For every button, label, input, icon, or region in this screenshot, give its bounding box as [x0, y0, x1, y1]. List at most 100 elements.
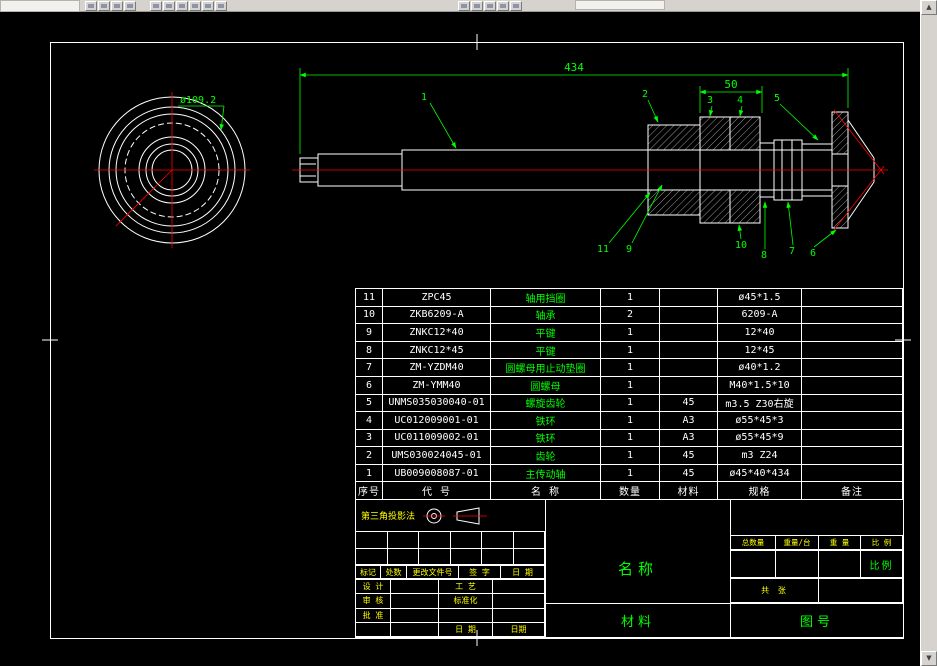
bom-cell-qty: 1 — [601, 376, 660, 395]
quantity-scale-headers: 总数量 重量/台重 量比 例 — [731, 536, 904, 551]
part-label: 5 — [774, 93, 780, 104]
bom-cell-spec: ø55*45*3 — [718, 412, 802, 430]
projection-label: 第三角投影法 — [361, 512, 416, 522]
toolbar-group — [150, 1, 227, 11]
toolbar-button-icon[interactable] — [510, 1, 522, 11]
bom-cell-no: 2 — [356, 447, 383, 465]
toolbar-button-icon[interactable] — [202, 1, 214, 11]
toolbar-button-icon[interactable] — [471, 1, 483, 11]
bom-header-cell: 规格 — [718, 482, 802, 500]
signature-cell — [493, 580, 545, 595]
qty-scale-value-cell — [731, 551, 776, 578]
toolbar-button-icon[interactable] — [163, 1, 175, 11]
toolbar-button-icon[interactable] — [176, 1, 188, 11]
bom-cell-code: ZM-YZDM40 — [383, 359, 491, 377]
diameter-dimension: ø109.2 — [180, 95, 216, 106]
title-block-spacer — [731, 500, 904, 536]
revision-grid-cell — [450, 548, 482, 565]
toolbar-button-icon[interactable] — [124, 1, 136, 11]
toolbar-combobox[interactable] — [575, 0, 665, 10]
bom-cell-remark — [802, 306, 903, 325]
bom-cell-material: 45 — [660, 394, 718, 413]
signature-cell — [493, 594, 545, 609]
bom-cell-spec: m3 Z24 — [718, 447, 802, 465]
drawing-number-box: 图号 — [731, 604, 904, 638]
vertical-scrollbar[interactable]: ▲ ▼ — [920, 0, 937, 666]
qty-scale-header-cell: 重量/台 — [776, 536, 819, 550]
bom-cell-spec: 12*45 — [718, 341, 802, 360]
signature-cell — [439, 608, 493, 623]
bom-cell-spec: 6209-A — [718, 306, 802, 325]
bom-cell-code: ZNKC12*45 — [383, 341, 491, 360]
bom-cell-remark — [802, 447, 903, 465]
bom-cell-remark — [802, 376, 903, 395]
toolbar-button-icon[interactable] — [497, 1, 509, 11]
toolbar-button-icon[interactable] — [458, 1, 470, 11]
part-label: 11 — [597, 244, 609, 255]
bom-table: 11 ZPC45 轴用挡圈 1 ø45*1.5 10 ZKB6209-A 轴承 2 6209-A 9… — [355, 288, 903, 500]
bom-cell-code: ZM-YMM40 — [383, 376, 491, 395]
toolbar-button-icon[interactable] — [111, 1, 123, 11]
toolbar-group — [458, 1, 522, 11]
bom-cell-name: 圆螺母 — [491, 376, 601, 395]
toolbar-button-icon[interactable] — [150, 1, 162, 11]
signature-cell: 日 期 — [439, 622, 493, 637]
part-label: 8 — [761, 250, 767, 261]
signature-cell — [493, 608, 545, 623]
toolbar-button-icon[interactable] — [98, 1, 110, 11]
bom-cell-no: 4 — [356, 412, 383, 430]
bom-cell-qty: 1 — [601, 412, 660, 430]
bom-header-cell: 名 称 — [491, 482, 601, 500]
revision-grid — [356, 532, 546, 566]
bom-cell-remark — [802, 324, 903, 342]
scroll-down-icon[interactable]: ▼ — [921, 651, 937, 666]
bom-cell-no: 1 — [356, 464, 383, 483]
revision-header-cell: 日 期 — [501, 566, 545, 579]
drawing-canvas[interactable]: ø109.2 434 50 1 2 3 4 5 6 7 8 9 10 11 11… — [0, 0, 937, 666]
toolbar-button-icon[interactable] — [215, 1, 227, 11]
bom-cell-name: 齿轮 — [491, 447, 601, 465]
bom-cell-qty: 1 — [601, 289, 660, 307]
bom-cell-qty: 1 — [601, 464, 660, 483]
toolbar — [0, 0, 937, 12]
signature-cell: 审 核 — [356, 594, 391, 609]
bom-cell-remark — [802, 394, 903, 413]
section-length-dimension: 50 — [724, 78, 737, 91]
signature-cell — [391, 608, 439, 623]
bom-cell-name: 轴承 — [491, 306, 601, 325]
qty-scale-header-cell: 比 例 — [861, 536, 903, 550]
bom-cell-name: 螺旋齿轮 — [491, 394, 601, 413]
bom-cell-spec: ø55*45*9 — [718, 429, 802, 448]
bom-header-cell: 数量 — [601, 482, 660, 500]
revision-header-row: 标记 处数 更改文件号签 字日 期 — [356, 566, 546, 580]
toolbar-button-icon[interactable] — [85, 1, 97, 11]
bom-cell-remark — [802, 412, 903, 430]
bom-cell-name: 平键 — [491, 341, 601, 360]
sheet-count-row: 共 张 — [731, 579, 904, 604]
bom-cell-no: 3 — [356, 429, 383, 448]
bom-cell-name: 铁环 — [491, 412, 601, 430]
bom-cell-remark — [802, 359, 903, 377]
overall-length-dimension: 434 — [564, 61, 584, 74]
part-label: 4 — [737, 95, 743, 106]
projection-circle-icon — [423, 508, 446, 523]
scroll-up-icon[interactable]: ▲ — [921, 0, 937, 15]
toolbar-button-icon[interactable] — [189, 1, 201, 11]
bom-cell-remark — [802, 289, 903, 307]
signature-cell: 设 计 — [356, 580, 391, 595]
bom-cell-qty: 1 — [601, 341, 660, 360]
signature-rows: 设 计 工 艺审 核 标准化批 准日 期日期 — [356, 580, 546, 638]
bom-cell-name: 铁环 — [491, 429, 601, 448]
bom-cell-material — [660, 376, 718, 395]
bom-cell-material: 45 — [660, 464, 718, 483]
bom-cell-no: 9 — [356, 324, 383, 342]
bom-header-cell: 代 号 — [383, 482, 491, 500]
bom-cell-qty: 1 — [601, 359, 660, 377]
bom-cell-qty: 1 — [601, 447, 660, 465]
signature-cell: 日期 — [493, 622, 545, 637]
bom-cell-name: 平键 — [491, 324, 601, 342]
part-label: 10 — [735, 240, 747, 251]
toolbar-button-icon[interactable] — [484, 1, 496, 11]
part-label: 3 — [707, 95, 713, 106]
part-label: 9 — [626, 244, 632, 255]
